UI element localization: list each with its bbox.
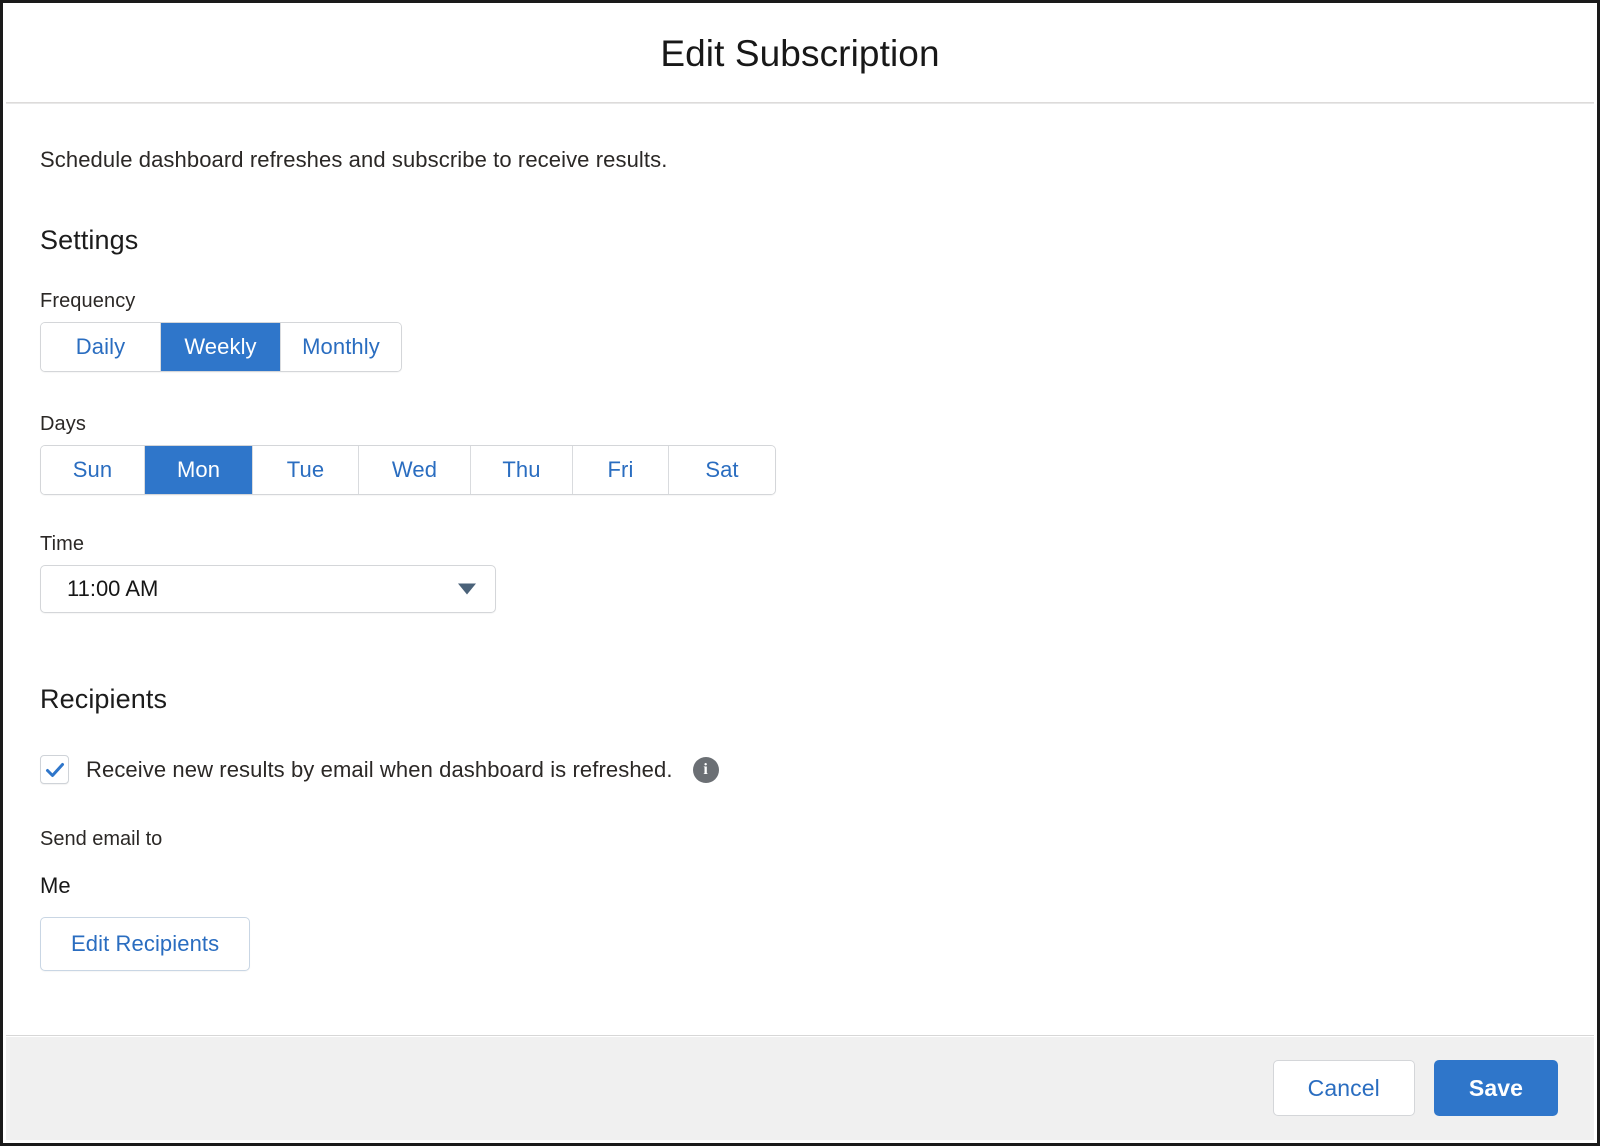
days-button-group[interactable]: Sun Mon Tue Wed Thu Fri Sat <box>40 445 776 495</box>
send-email-to-label: Send email to <box>40 828 163 850</box>
frequency-option-weekly[interactable]: Weekly <box>161 323 281 371</box>
intro-text: Schedule dashboard refreshes and subscri… <box>40 147 668 172</box>
frequency-option-daily[interactable]: Daily <box>41 323 161 371</box>
edit-recipients-button[interactable]: Edit Recipients <box>40 917 251 971</box>
email-results-label: Receive new results by email when dashbo… <box>86 756 673 782</box>
send-email-to-value: Me <box>40 873 71 898</box>
settings-heading: Settings <box>40 225 139 255</box>
modal-screenshot: Edit Subscription Schedule dashboard ref… <box>0 0 1600 1146</box>
email-results-row: Receive new results by email when dashbo… <box>40 755 1560 784</box>
days-label: Days <box>40 413 86 435</box>
day-option-wed[interactable]: Wed <box>359 446 471 494</box>
modal-footer: Cancel Save <box>6 1035 1594 1140</box>
edit-subscription-modal: Edit Subscription Schedule dashboard ref… <box>6 6 1594 1140</box>
info-icon[interactable]: i <box>692 756 719 783</box>
save-button[interactable]: Save <box>1433 1060 1558 1116</box>
check-icon <box>45 762 64 777</box>
page-title: Edit Subscription <box>660 33 940 74</box>
day-option-sun[interactable]: Sun <box>41 446 145 494</box>
time-select[interactable]: 11:00 AM <box>40 565 496 613</box>
frequency-button-group[interactable]: Daily Weekly Monthly <box>40 322 402 372</box>
modal-header: Edit Subscription <box>6 6 1594 103</box>
email-results-checkbox[interactable] <box>40 755 69 784</box>
day-option-sat[interactable]: Sat <box>669 446 775 494</box>
time-label: Time <box>40 533 85 555</box>
frequency-option-monthly[interactable]: Monthly <box>281 323 401 371</box>
day-option-thu[interactable]: Thu <box>471 446 573 494</box>
frequency-label: Frequency <box>40 290 136 312</box>
recipients-heading: Recipients <box>40 684 168 714</box>
day-option-fri[interactable]: Fri <box>573 446 669 494</box>
cancel-button[interactable]: Cancel <box>1272 1060 1415 1116</box>
day-option-tue[interactable]: Tue <box>253 446 359 494</box>
time-select-wrapper: 11:00 AM <box>40 565 496 613</box>
modal-body: Schedule dashboard refreshes and subscri… <box>6 103 1594 1035</box>
day-option-mon[interactable]: Mon <box>145 446 253 494</box>
